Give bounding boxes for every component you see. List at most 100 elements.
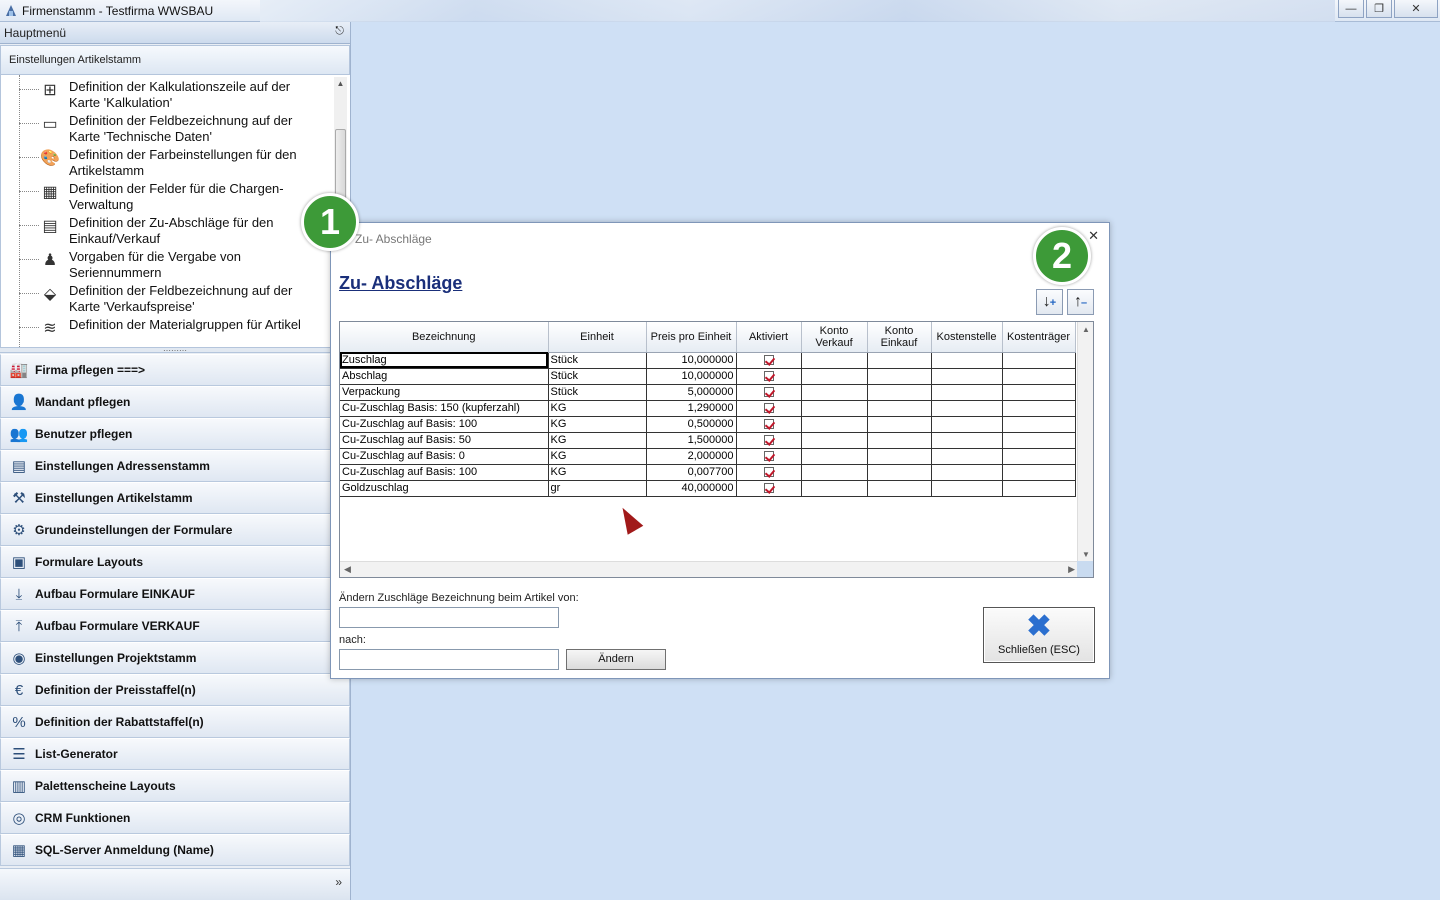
- column-header[interactable]: Kostenträger: [1002, 322, 1076, 353]
- cell-bezeichnung[interactable]: Verpackung: [340, 384, 549, 401]
- cell-preis[interactable]: 1,290000: [646, 400, 737, 417]
- cell-kostentraeger[interactable]: [1002, 480, 1076, 497]
- checkbox-checked-icon[interactable]: [763, 451, 774, 462]
- cell-konto-einkauf[interactable]: [867, 368, 932, 385]
- cell-aktiviert[interactable]: [736, 400, 802, 417]
- minimize-button[interactable]: —: [1338, 0, 1364, 18]
- cell-preis[interactable]: 40,000000: [646, 480, 737, 497]
- nav-item[interactable]: 👥 Benutzer pflegen: [0, 418, 350, 450]
- cell-konto-verkauf[interactable]: [801, 416, 868, 433]
- table-row[interactable]: Cu-Zuschlag Basis: 150 (kupferzahl) KG 1,2…: [340, 400, 1076, 417]
- column-header[interactable]: Aktiviert: [736, 322, 802, 353]
- nav-item[interactable]: € Definition der Preisstaffel(n): [0, 674, 350, 706]
- cell-preis[interactable]: 10,000000: [646, 368, 737, 385]
- cell-aktiviert[interactable]: [736, 416, 802, 433]
- restore-button[interactable]: ❐: [1366, 0, 1392, 18]
- cell-einheit[interactable]: gr: [548, 480, 647, 497]
- cell-preis[interactable]: 5,000000: [646, 384, 737, 401]
- nav-item[interactable]: ⤒ Aufbau Formulare VERKAUF: [0, 610, 350, 642]
- cell-preis[interactable]: 2,000000: [646, 448, 737, 465]
- checkbox-checked-icon[interactable]: [763, 387, 774, 398]
- cell-preis[interactable]: 0,007700: [646, 464, 737, 481]
- cell-kostentraeger[interactable]: [1002, 432, 1076, 449]
- column-header[interactable]: Bezeichnung: [340, 322, 549, 353]
- cell-einheit[interactable]: Stück: [548, 352, 647, 369]
- table-row[interactable]: Goldzuschlag gr 40,000000: [340, 480, 1076, 497]
- scroll-up-icon[interactable]: ▲: [334, 79, 347, 88]
- column-header[interactable]: Konto Verkauf: [801, 322, 868, 353]
- cell-konto-verkauf[interactable]: [801, 384, 868, 401]
- checkbox-checked-icon[interactable]: [763, 371, 774, 382]
- checkbox-checked-icon[interactable]: [763, 467, 774, 478]
- cell-aktiviert[interactable]: [736, 448, 802, 465]
- cell-aktiviert[interactable]: [736, 368, 802, 385]
- cell-konto-einkauf[interactable]: [867, 464, 932, 481]
- nav-item[interactable]: ▦ SQL-Server Anmeldung (Name): [0, 834, 350, 866]
- cell-konto-verkauf[interactable]: [801, 480, 868, 497]
- nav-item[interactable]: ◎ CRM Funktionen: [0, 802, 350, 834]
- tree-item[interactable]: ▭ Definition der Feldbezeichnung auf der …: [19, 113, 329, 147]
- table-row[interactable]: Cu-Zuschlag auf Basis: 100 KG 0,007700: [340, 464, 1076, 481]
- cell-kostenstelle[interactable]: [931, 448, 1003, 465]
- table-row[interactable]: Cu-Zuschlag auf Basis: 100 KG 0,500000: [340, 416, 1076, 433]
- nav-item[interactable]: 👤 Mandant pflegen: [0, 386, 350, 418]
- cell-bezeichnung[interactable]: Goldzuschlag: [340, 480, 549, 497]
- cell-bezeichnung[interactable]: Cu-Zuschlag auf Basis: 100: [340, 464, 549, 481]
- nav-item[interactable]: ▣ Formulare Layouts: [0, 546, 350, 578]
- cell-kostentraeger[interactable]: [1002, 464, 1076, 481]
- cell-einheit[interactable]: KG: [548, 448, 647, 465]
- cell-konto-verkauf[interactable]: [801, 432, 868, 449]
- cell-kostenstelle[interactable]: [931, 416, 1003, 433]
- scroll-right-icon[interactable]: ▶: [1068, 564, 1075, 575]
- more-nav-button[interactable]: »: [335, 875, 342, 889]
- tree-item[interactable]: ⬙ Definition der Feldbezeichnung auf der …: [19, 283, 329, 317]
- table-row[interactable]: Cu-Zuschlag auf Basis: 50 KG 1,500000: [340, 432, 1076, 449]
- nav-item[interactable]: ☰ List-Generator: [0, 738, 350, 770]
- checkbox-checked-icon[interactable]: [763, 403, 774, 414]
- cell-kostenstelle[interactable]: [931, 464, 1003, 481]
- cell-konto-einkauf[interactable]: [867, 384, 932, 401]
- cell-kostenstelle[interactable]: [931, 432, 1003, 449]
- scroll-down-icon[interactable]: ▼: [1078, 550, 1093, 559]
- cell-einheit[interactable]: KG: [548, 464, 647, 481]
- add-row-button[interactable]: ↓+: [1036, 289, 1063, 315]
- rename-from-input[interactable]: [339, 607, 559, 628]
- cell-konto-einkauf[interactable]: [867, 432, 932, 449]
- cell-bezeichnung[interactable]: Zuschlag: [340, 352, 549, 369]
- table-row[interactable]: Abschlag Stück 10,000000: [340, 368, 1076, 385]
- pin-icon[interactable]: ⎋: [335, 25, 344, 38]
- grid-vertical-scrollbar[interactable]: ▲ ▼: [1077, 322, 1093, 562]
- tree-item[interactable]: ⊞ Definition der Kalkulationszeile auf de…: [19, 79, 329, 113]
- cell-aktiviert[interactable]: [736, 384, 802, 401]
- cell-konto-einkauf[interactable]: [867, 480, 932, 497]
- cell-preis[interactable]: 10,000000: [646, 352, 737, 369]
- cell-konto-einkauf[interactable]: [867, 448, 932, 465]
- cell-einheit[interactable]: KG: [548, 416, 647, 433]
- section-header[interactable]: Einstellungen Artikelstamm: [0, 45, 350, 75]
- tree-item[interactable]: ≋ Definition der Materialgruppen für Arti…: [19, 317, 329, 347]
- cell-kostentraeger[interactable]: [1002, 368, 1076, 385]
- checkbox-checked-icon[interactable]: [763, 483, 774, 494]
- close-window-button[interactable]: ✕: [1394, 0, 1438, 18]
- cell-aktiviert[interactable]: [736, 464, 802, 481]
- scrollbar-thumb[interactable]: [335, 129, 346, 199]
- nav-item[interactable]: ▤ Einstellungen Adressenstamm: [0, 450, 350, 482]
- cell-kostenstelle[interactable]: [931, 368, 1003, 385]
- checkbox-checked-icon[interactable]: [763, 355, 774, 366]
- cell-bezeichnung[interactable]: Cu-Zuschlag Basis: 150 (kupferzahl): [340, 400, 549, 417]
- cell-preis[interactable]: 0,500000: [646, 416, 737, 433]
- cell-aktiviert[interactable]: [736, 480, 802, 497]
- cell-kostentraeger[interactable]: [1002, 448, 1076, 465]
- aendern-button[interactable]: Ändern: [566, 649, 666, 670]
- cell-konto-einkauf[interactable]: [867, 416, 932, 433]
- column-header[interactable]: Kostenstelle: [931, 322, 1003, 353]
- cell-bezeichnung[interactable]: Cu-Zuschlag auf Basis: 100: [340, 416, 549, 433]
- nav-item[interactable]: ⚒ Einstellungen Artikelstamm: [0, 482, 350, 514]
- nav-item[interactable]: ▥ Palettenscheine Layouts: [0, 770, 350, 802]
- nav-item[interactable]: ⤓ Aufbau Formulare EINKAUF: [0, 578, 350, 610]
- cell-einheit[interactable]: Stück: [548, 368, 647, 385]
- close-dialog-button[interactable]: ✖ Schließen (ESC): [983, 607, 1095, 663]
- table-row[interactable]: Zuschlag Stück 10,000000: [340, 352, 1076, 369]
- cell-kostenstelle[interactable]: [931, 352, 1003, 369]
- rename-to-input[interactable]: [339, 649, 559, 670]
